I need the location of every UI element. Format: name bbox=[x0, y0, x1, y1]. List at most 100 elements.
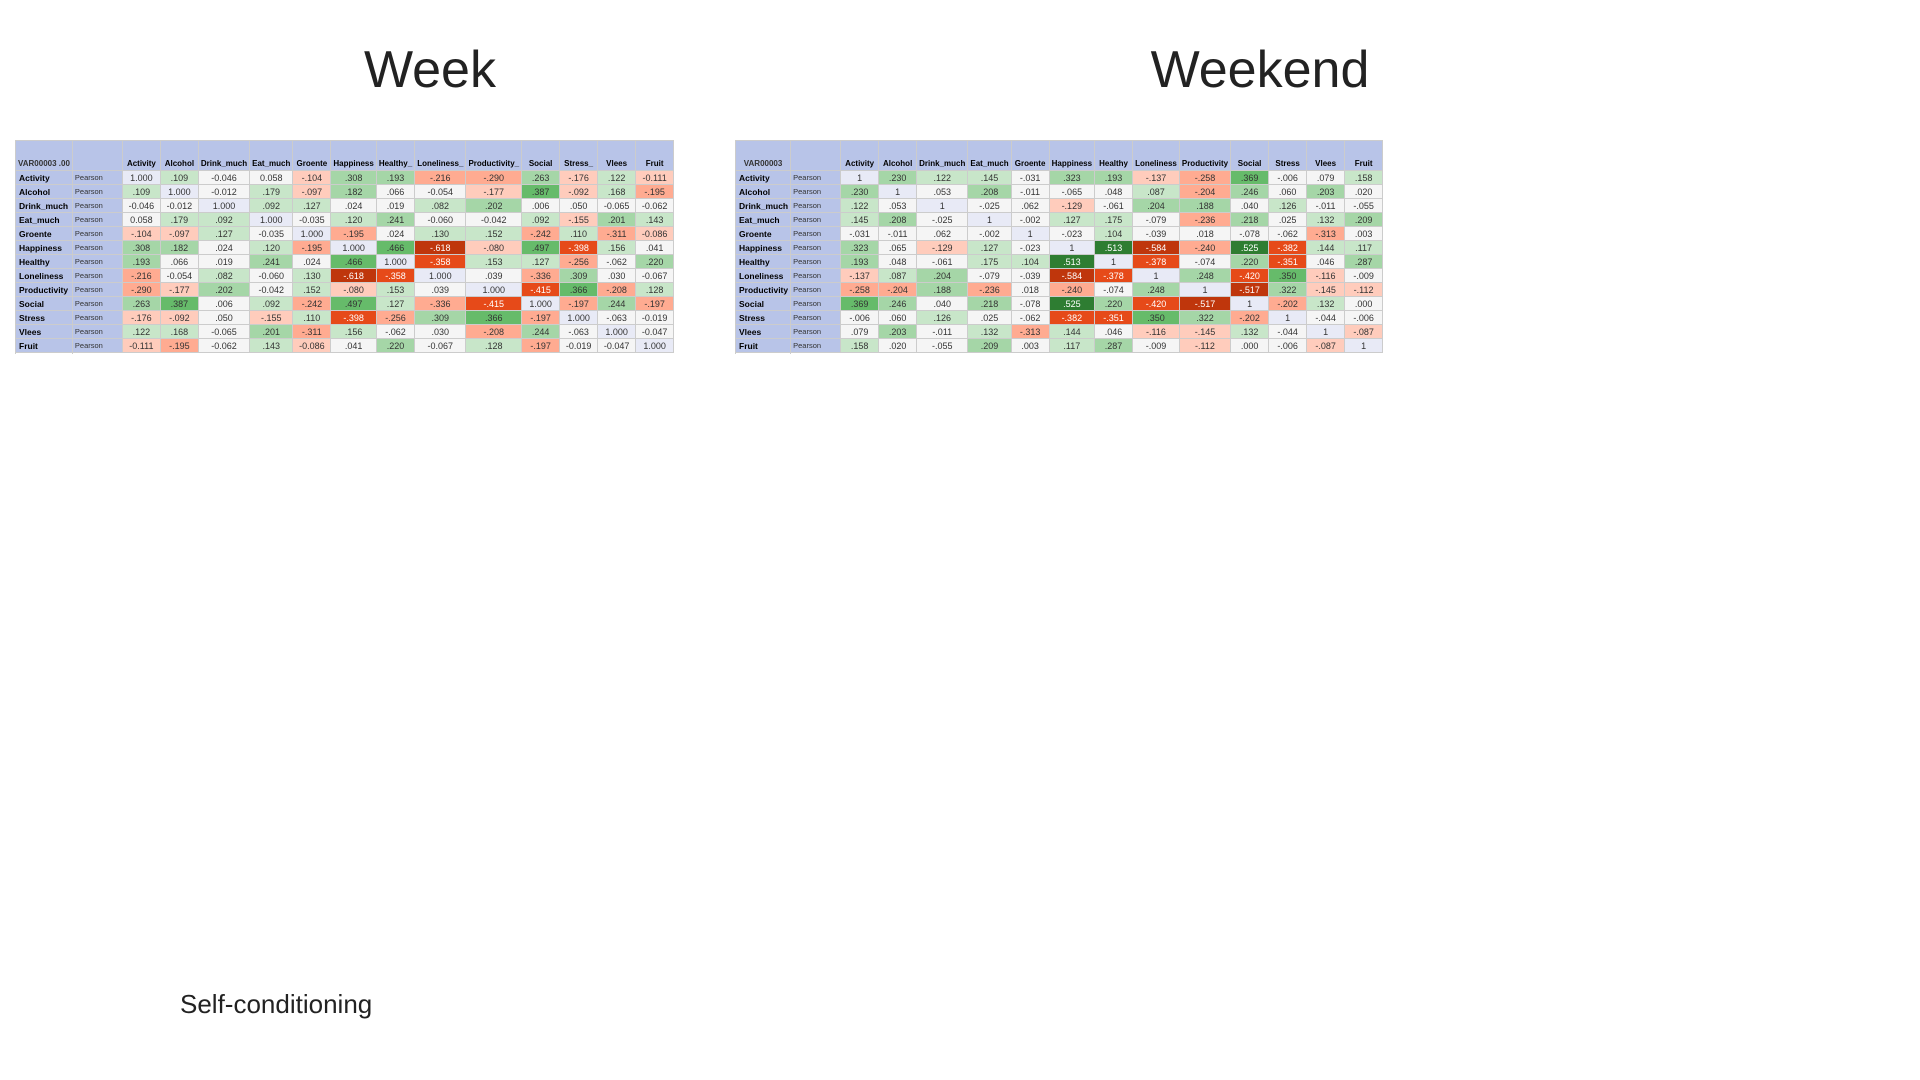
cell-5-4: -.195 bbox=[293, 241, 331, 255]
cell-7-3: -.079 bbox=[968, 269, 1011, 283]
row-sub-label-1: Pearson bbox=[72, 185, 122, 199]
col-header-social: Social bbox=[522, 141, 560, 171]
cell-6-6: 1 bbox=[1095, 255, 1133, 269]
row-var-alcohol: Alcohol bbox=[736, 185, 791, 199]
cell-3-3: 1.000 bbox=[250, 213, 293, 227]
cell-4-9: -.242 bbox=[522, 227, 560, 241]
cell-9-10: -.197 bbox=[560, 297, 598, 311]
cell-6-1: .066 bbox=[160, 255, 198, 269]
cell-1-3: .179 bbox=[250, 185, 293, 199]
cell-8-1: -.177 bbox=[160, 283, 198, 297]
col-header-eat-much: Eat_much bbox=[250, 141, 293, 171]
cell-3-2: .092 bbox=[198, 213, 249, 227]
cell-7-12: -.009 bbox=[1345, 269, 1383, 283]
cell-10-0: -.176 bbox=[122, 311, 160, 325]
cell-11-4: -.311 bbox=[293, 325, 331, 339]
cell-8-11: -.145 bbox=[1307, 283, 1345, 297]
row-var-fruit: Fruit bbox=[16, 339, 73, 353]
cell-9-6: .127 bbox=[376, 297, 414, 311]
cell-7-3: -0.060 bbox=[250, 269, 293, 283]
cell-10-0: -.006 bbox=[841, 311, 879, 325]
cell-7-12: -0.067 bbox=[636, 269, 674, 283]
cell-4-10: -.062 bbox=[1269, 227, 1307, 241]
cell-9-12: -.197 bbox=[636, 297, 674, 311]
row-sub-label-7: Pearson bbox=[791, 269, 841, 283]
cell-11-9: .132 bbox=[1231, 325, 1269, 339]
cell-0-3: .145 bbox=[968, 171, 1011, 185]
cell-5-6: .466 bbox=[376, 241, 414, 255]
cell-4-4: 1.000 bbox=[293, 227, 331, 241]
cell-6-4: .024 bbox=[293, 255, 331, 269]
col-header-vlees: Vlees bbox=[598, 141, 636, 171]
cell-7-7: 1.000 bbox=[415, 269, 466, 283]
cell-2-12: -0.062 bbox=[636, 199, 674, 213]
cell-1-11: .203 bbox=[1307, 185, 1345, 199]
cell-10-2: .126 bbox=[917, 311, 968, 325]
cell-0-4: -.104 bbox=[293, 171, 331, 185]
cell-1-9: .387 bbox=[522, 185, 560, 199]
cell-7-0: -.216 bbox=[122, 269, 160, 283]
cell-7-5: -.584 bbox=[1049, 269, 1094, 283]
week-correlation-table: VAR00003 .00ActivityAlcoholDrink_muchEat… bbox=[15, 140, 674, 353]
cell-1-10: .060 bbox=[1269, 185, 1307, 199]
cell-0-8: -.290 bbox=[466, 171, 522, 185]
cell-0-2: -0.046 bbox=[198, 171, 249, 185]
cell-3-11: .201 bbox=[598, 213, 636, 227]
cell-0-9: .263 bbox=[522, 171, 560, 185]
cell-11-10: -.044 bbox=[1269, 325, 1307, 339]
cell-5-6: .513 bbox=[1095, 241, 1133, 255]
cell-4-2: .062 bbox=[917, 227, 968, 241]
cell-4-3: -.002 bbox=[968, 227, 1011, 241]
col-header-alcohol: Alcohol bbox=[160, 141, 198, 171]
row-var-social: Social bbox=[736, 297, 791, 311]
cell-12-2: -0.062 bbox=[198, 339, 249, 353]
cell-12-9: -.197 bbox=[522, 339, 560, 353]
cell-11-7: -.116 bbox=[1133, 325, 1180, 339]
cell-9-2: .006 bbox=[198, 297, 249, 311]
cell-9-0: .263 bbox=[122, 297, 160, 311]
cell-11-0: .079 bbox=[841, 325, 879, 339]
cell-11-7: .030 bbox=[415, 325, 466, 339]
row-sub-label-9: Pearson bbox=[72, 297, 122, 311]
cell-6-5: .466 bbox=[331, 255, 376, 269]
row-sub-label-1: Pearson bbox=[791, 185, 841, 199]
cell-2-2: 1 bbox=[917, 199, 968, 213]
col-header-social: Social bbox=[1231, 141, 1269, 171]
cell-3-8: -0.042 bbox=[466, 213, 522, 227]
cell-10-8: .366 bbox=[466, 311, 522, 325]
cell-11-12: -.087 bbox=[1345, 325, 1383, 339]
row-var-loneliness: Loneliness bbox=[736, 269, 791, 283]
cell-11-6: -.062 bbox=[376, 325, 414, 339]
cell-12-1: .020 bbox=[879, 339, 917, 353]
cell-9-11: .132 bbox=[1307, 297, 1345, 311]
row-sub-label-10: Pearson bbox=[72, 311, 122, 325]
cell-9-10: -.202 bbox=[1269, 297, 1307, 311]
col-header-happiness: Happiness bbox=[1049, 141, 1094, 171]
cell-6-12: .220 bbox=[636, 255, 674, 269]
cell-8-8: 1.000 bbox=[466, 283, 522, 297]
cell-7-9: -.336 bbox=[522, 269, 560, 283]
cell-11-0: .122 bbox=[122, 325, 160, 339]
col-header-loneliness: Loneliness bbox=[1133, 141, 1180, 171]
cell-10-4: .110 bbox=[293, 311, 331, 325]
cell-8-9: -.415 bbox=[522, 283, 560, 297]
cell-11-1: .168 bbox=[160, 325, 198, 339]
cell-8-3: -.236 bbox=[968, 283, 1011, 297]
cell-7-0: -.137 bbox=[841, 269, 879, 283]
cell-1-11: .168 bbox=[598, 185, 636, 199]
row-sub-label-5: Pearson bbox=[791, 241, 841, 255]
cell-8-0: -.258 bbox=[841, 283, 879, 297]
cell-12-11: -0.047 bbox=[598, 339, 636, 353]
cell-8-6: -.074 bbox=[1095, 283, 1133, 297]
cell-11-11: 1.000 bbox=[598, 325, 636, 339]
cell-10-9: -.202 bbox=[1231, 311, 1269, 325]
cell-7-8: .039 bbox=[466, 269, 522, 283]
cell-9-8: -.415 bbox=[466, 297, 522, 311]
cell-2-8: .202 bbox=[466, 199, 522, 213]
cell-4-1: -.097 bbox=[160, 227, 198, 241]
cell-4-2: .127 bbox=[198, 227, 249, 241]
cell-10-12: -.006 bbox=[1345, 311, 1383, 325]
cell-11-2: -.011 bbox=[917, 325, 968, 339]
cell-9-7: -.420 bbox=[1133, 297, 1180, 311]
cell-12-10: -0.019 bbox=[560, 339, 598, 353]
